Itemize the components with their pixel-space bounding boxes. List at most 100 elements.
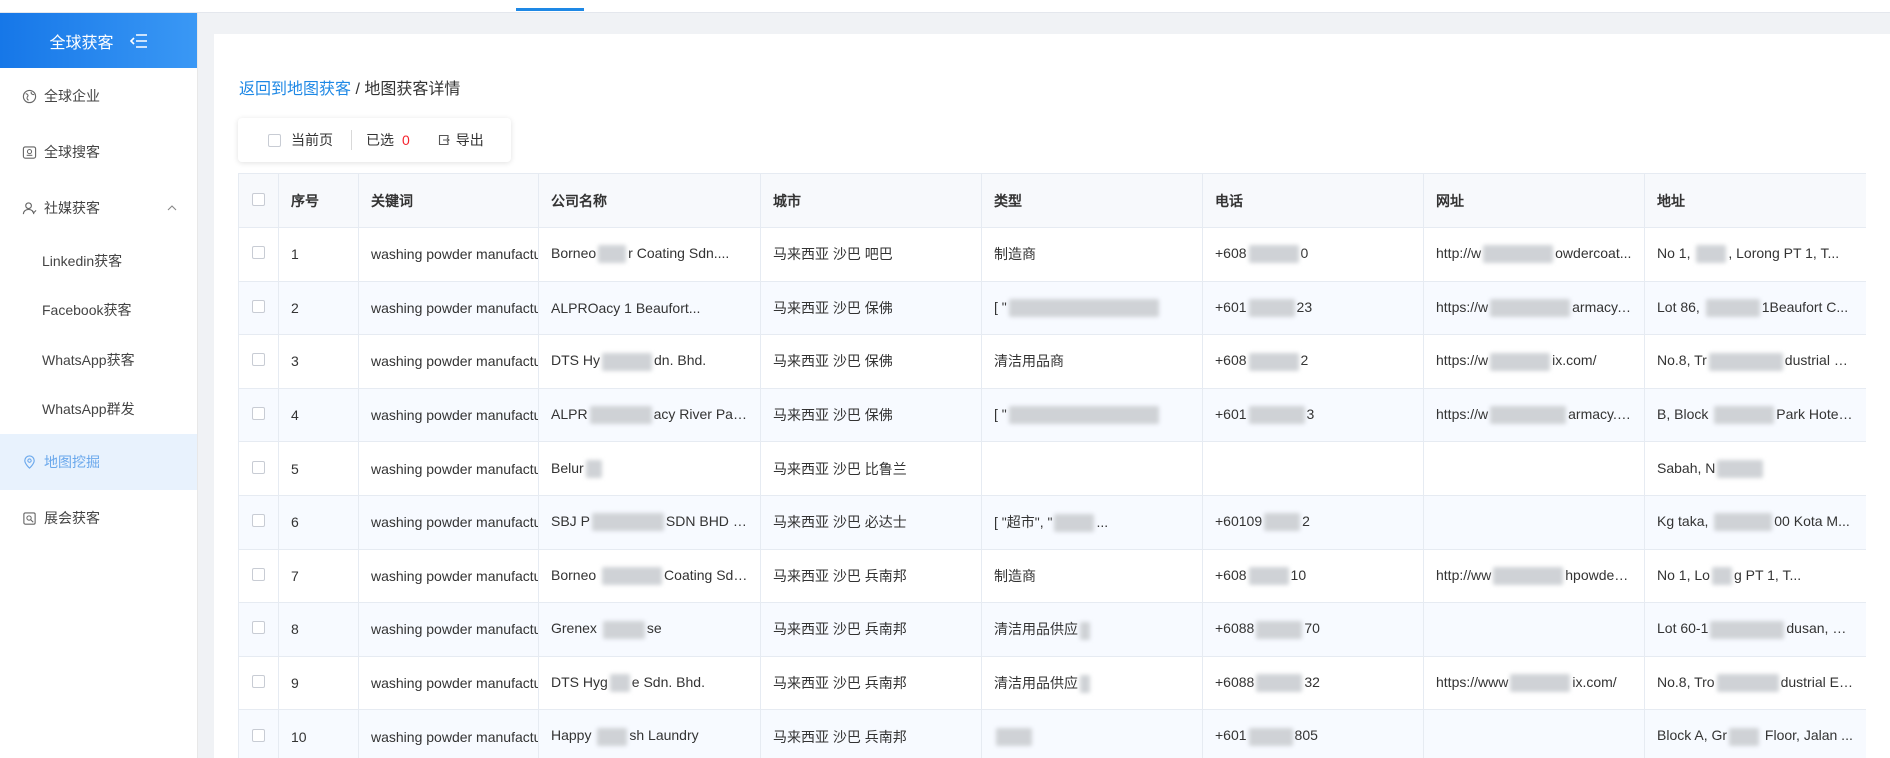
row-checkbox[interactable] (252, 621, 265, 635)
select-all-cell[interactable] (238, 173, 279, 228)
row-select-cell[interactable] (238, 334, 279, 389)
cell-type-text-start: 制造商 (994, 246, 1036, 263)
redacted-text (1711, 567, 1732, 585)
cell-type: 清洁用品商 (981, 334, 1203, 389)
cell-phone: +601 805 (1202, 709, 1424, 758)
redacted-text (1256, 620, 1303, 639)
table-row[interactable]: 2 washing powder manufactu ALPROacy 1 Beau… (238, 280, 1866, 336)
table-row[interactable]: 7 washing powder manufactu Borneo Coating … (238, 548, 1866, 604)
row-checkbox[interactable] (252, 246, 265, 260)
table-row[interactable]: 3 washing powder manufactu DTS Hy dn. Bhd. 马… (238, 334, 1866, 389)
cell-address-text-start: Lot 60-1 (1657, 620, 1709, 637)
cell-type (981, 709, 1203, 758)
cell-address-text-start: No 1, Lo (1657, 566, 1710, 583)
table-row[interactable]: 5 washing powder manufactu Belur 马来西亚 沙巴 比鲁… (238, 441, 1866, 496)
select-all-checkbox[interactable] (252, 192, 265, 206)
cell-index: 2 (278, 280, 359, 336)
row-select-cell[interactable] (238, 655, 279, 711)
table-row[interactable]: 10 washing powder manufactu Happy sh Laund… (238, 709, 1866, 758)
redacted-text (1490, 406, 1567, 425)
cell-address-text-end: dustrial Esta... (1780, 673, 1866, 690)
table-row[interactable]: 6 washing powder manufactu SBJ P SDN BHD (S… (238, 494, 1866, 550)
table-row[interactable]: 8 washing powder manufactu Grenex se 马来西亚 沙… (238, 602, 1866, 657)
cell-address-text-end: , Lorong PT 1, T... (1728, 245, 1840, 262)
select-current-page[interactable]: 当前页 (268, 130, 333, 150)
results-table-container: 序号 关键词 公司名称 城市 类型 电话 网址 地址 1 washing powd… (238, 173, 1866, 758)
cell-company-text-start: Happy (551, 727, 596, 744)
row-checkbox[interactable] (252, 675, 265, 689)
row-select-cell[interactable] (238, 227, 279, 282)
cell-website-text-end: owdercoat... (1555, 245, 1632, 262)
sidebar-item-linkedin[interactable]: Linkedin获客 (0, 236, 197, 286)
sidebar-item-map-mining[interactable]: 地图挖掘 (0, 434, 197, 490)
redacted-text (602, 567, 663, 585)
row-select-cell[interactable] (238, 280, 279, 336)
redacted-text (598, 245, 627, 264)
row-checkbox[interactable] (252, 567, 265, 581)
cell-address: Sabah, N (1644, 441, 1866, 496)
sidebar-item-label: Linkedin获客 (42, 252, 123, 269)
table-row[interactable]: 4 washing powder manufactu ALPR acy River P… (238, 387, 1866, 443)
cell-keyword: washing powder manufactu (358, 548, 539, 604)
row-checkbox[interactable] (252, 460, 265, 474)
menu-collapse-icon[interactable] (129, 33, 148, 48)
redacted-text (1483, 245, 1554, 264)
cell-company-text-end: sh Laundry (629, 727, 699, 744)
sidebar-item-social-media[interactable]: 社媒获客 (0, 180, 197, 236)
cell-address-text-end: Floor, Jalan ... (1761, 727, 1853, 744)
export-label: 导出 (455, 132, 484, 148)
redacted-text (1490, 352, 1551, 371)
sidebar: 全球获客 全球企业 全球搜客 社媒获客 Linkedin获客 Facebook获… (0, 13, 198, 758)
cell-phone: +60109 2 (1202, 494, 1424, 550)
sidebar-item-whatsapp-broadcast[interactable]: WhatsApp群发 (0, 385, 197, 435)
row-select-cell[interactable] (238, 548, 279, 604)
cell-address-text-end: dustrial Esta... (1784, 352, 1866, 369)
cell-company-text-end: e Sdn. Bhd. (631, 673, 705, 690)
redacted-text (1714, 513, 1773, 532)
cell-phone: +601 23 (1202, 280, 1424, 336)
cell-phone-text-end: 3 (1306, 405, 1315, 422)
export-button[interactable]: 导出 (438, 130, 484, 150)
row-checkbox[interactable] (252, 353, 265, 367)
redacted-text (602, 620, 645, 639)
table-row[interactable]: 1 washing powder manufactu Borneo r Coating… (238, 227, 1866, 282)
select-current-page-checkbox[interactable] (268, 133, 281, 147)
cell-address-text-start: Kg taka, (1657, 513, 1713, 530)
sidebar-item-label: 地图挖掘 (44, 454, 100, 470)
sidebar-item-global-enterprise[interactable]: 全球企业 (0, 68, 197, 124)
row-select-cell[interactable] (238, 709, 279, 758)
cell-website-text-end: armacy.c... (1568, 405, 1636, 422)
cell-website: http://ww hpowdercoat... (1423, 548, 1645, 604)
cell-address-text-start: No.8, Tr (1657, 352, 1707, 369)
cell-index: 10 (278, 709, 359, 758)
row-select-cell[interactable] (238, 387, 279, 443)
row-checkbox[interactable] (252, 299, 265, 313)
cell-website-text-start: http://w (1436, 245, 1482, 262)
row-checkbox[interactable] (252, 407, 265, 421)
back-to-map-link[interactable]: 返回到地图获客 (239, 81, 351, 98)
sidebar-item-facebook[interactable]: Facebook获客 (0, 286, 197, 336)
cell-index: 6 (278, 494, 359, 550)
column-header-website: 网址 (1423, 173, 1645, 228)
row-checkbox[interactable] (252, 514, 265, 528)
row-select-cell[interactable] (238, 602, 279, 657)
redacted-text (1256, 674, 1303, 693)
cell-company-text-start: SBJ P (551, 513, 590, 530)
results-table: 序号 关键词 公司名称 城市 类型 电话 网址 地址 1 washing powd… (238, 173, 1866, 758)
cell-website: https://www ix.com/ (1423, 655, 1645, 711)
row-select-cell[interactable] (238, 441, 279, 496)
cell-city: 马来西亚 沙巴 兵南邦 (760, 548, 982, 604)
cell-website: https://w armacy.c... (1423, 280, 1645, 336)
cell-type-text-start: 清洁用品 (994, 353, 1050, 370)
table-row[interactable]: 9 washing powder manufactu DTS Hyg e Sdn. B… (238, 655, 1866, 711)
sidebar-item-exhibition[interactable]: 展会获客 (0, 490, 197, 546)
cell-address: No 1, Lo g PT 1, T... (1644, 548, 1866, 604)
sidebar-item-whatsapp[interactable]: WhatsApp获客 (0, 335, 197, 385)
cell-website-text-end: ix.com/ (1572, 673, 1617, 690)
row-checkbox[interactable] (252, 728, 265, 742)
cell-phone: +6088 32 (1202, 655, 1424, 711)
cell-company: Borneo Coating Sdn.... (538, 548, 761, 604)
redacted-text (1490, 299, 1571, 318)
sidebar-item-global-search[interactable]: 全球搜客 (0, 124, 197, 180)
row-select-cell[interactable] (238, 494, 279, 550)
